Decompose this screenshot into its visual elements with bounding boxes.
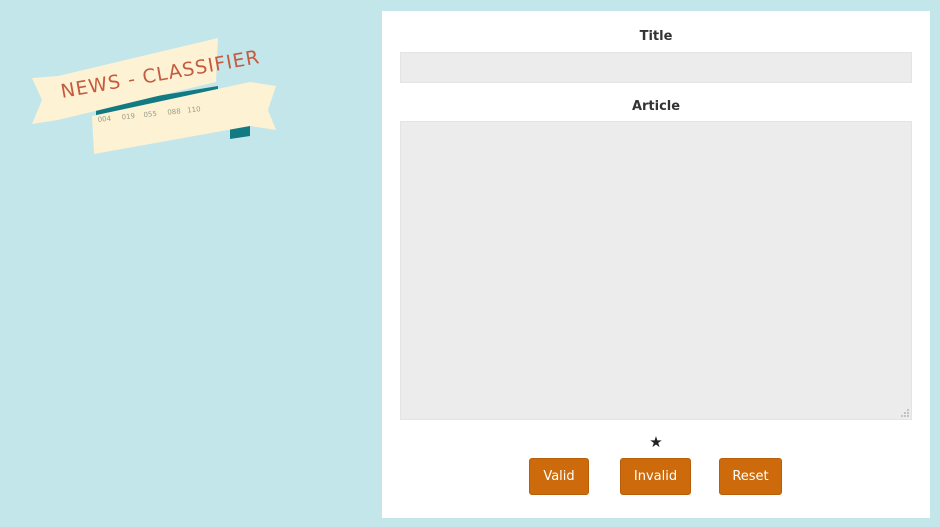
- logo-tick: 055: [143, 110, 157, 119]
- ribbon-logo-graphic: NEWS - CLASSIFIER 004 019 055 088 110: [32, 38, 276, 154]
- logo-tick: 019: [121, 112, 135, 121]
- article-textarea[interactable]: [400, 121, 912, 420]
- article-label: Article: [631, 99, 681, 114]
- news-classifier-logo: NEWS - CLASSIFIER 004 019 055 088 110: [28, 34, 288, 164]
- logo-tick: 110: [187, 105, 201, 114]
- valid-button[interactable]: Valid: [529, 458, 589, 495]
- resize-grip-icon[interactable]: [898, 406, 910, 418]
- logo-tick: 004: [97, 115, 112, 124]
- invalid-button[interactable]: Invalid: [620, 458, 691, 495]
- classifier-form-panel: Title Article ★ Valid Invalid Reset: [382, 11, 930, 518]
- star-icon: ★: [649, 433, 663, 451]
- title-label: Title: [639, 29, 673, 44]
- logo-tick: 088: [167, 107, 181, 116]
- reset-button[interactable]: Reset: [719, 458, 782, 495]
- title-input[interactable]: [400, 52, 912, 83]
